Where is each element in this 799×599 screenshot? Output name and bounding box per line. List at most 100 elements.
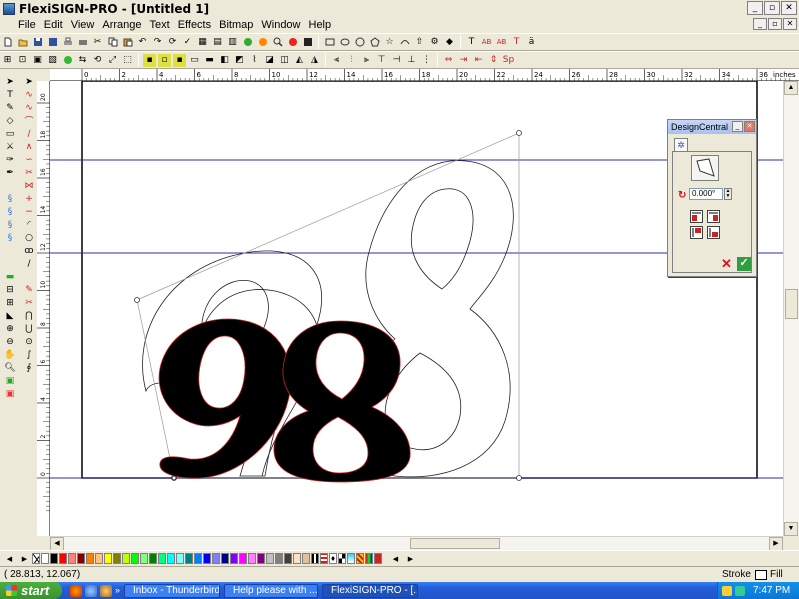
browser-icon[interactable] (85, 584, 97, 597)
cut-icon[interactable]: ✂ (91, 36, 104, 49)
palette-scroll-left[interactable]: ◀ (389, 552, 402, 565)
redo-icon[interactable]: ↷ (151, 36, 164, 49)
color-swatch[interactable] (149, 553, 157, 564)
paste-icon[interactable] (121, 36, 134, 49)
menu-text[interactable]: Text (146, 18, 174, 32)
color-swatch[interactable] (293, 553, 301, 564)
rotate-icon[interactable]: ⟲ (91, 54, 104, 67)
smooth-node-icon[interactable]: ∽ (23, 154, 35, 165)
zoom-in-icon[interactable]: ⊕ (4, 323, 16, 334)
intersect-icon[interactable]: ⋂ (23, 310, 35, 321)
trim-icon[interactable]: ✂ (23, 297, 35, 308)
weld-icon[interactable] (61, 54, 74, 67)
skew-left-icon[interactable] (690, 210, 703, 223)
text-font-icon[interactable]: T (510, 36, 523, 49)
menu-file[interactable]: File (14, 18, 40, 32)
undo-icon[interactable]: ↶ (136, 36, 149, 49)
spectral-icon[interactable] (286, 36, 299, 49)
color-swatch[interactable] (230, 553, 238, 564)
node-select-icon[interactable]: ➤ (23, 76, 35, 87)
kern-loose-icon[interactable]: ⇤ (472, 54, 485, 67)
color-swatch[interactable] (86, 553, 94, 564)
pattern-swatch[interactable] (365, 553, 373, 564)
perspective-icon[interactable]: ◫ (278, 54, 291, 67)
union-icon[interactable]: ⋃ (23, 323, 35, 334)
zoom-tool-icon[interactable]: 🔍︎ (4, 362, 16, 373)
horizontal-scrollbar[interactable]: ◀ ▶ (50, 536, 783, 551)
angle-input[interactable]: 0.000° (689, 188, 723, 200)
scroll-right-arrow[interactable]: ▶ (769, 537, 783, 551)
envelope-handle[interactable] (516, 130, 522, 136)
color-swatch[interactable] (131, 553, 139, 564)
blend-icon[interactable]: ◧ (218, 54, 231, 67)
break-node-icon[interactable]: ✂ (23, 167, 35, 178)
star-tool-icon[interactable]: ☆ (383, 36, 396, 49)
mirror-icon[interactable]: ⇆ (76, 54, 89, 67)
save-icon[interactable] (31, 36, 44, 49)
pattern-swatch[interactable] (338, 553, 346, 564)
menu-edit[interactable]: Edit (40, 18, 67, 32)
quick-launch-more-icon[interactable]: » (115, 585, 120, 597)
gear-tab-icon[interactable]: ✲ (674, 138, 688, 152)
align-icon[interactable]: ⊡ (16, 54, 29, 67)
text-case-icon[interactable]: AB (495, 36, 508, 49)
skew-down-icon[interactable] (707, 226, 720, 239)
eyedropper-icon[interactable]: ✒ (4, 167, 16, 178)
scale-icon[interactable]: ⤢ (106, 54, 119, 67)
shape-edit-icon[interactable]: ✎ (4, 102, 16, 113)
rectangle-tool-icon[interactable] (323, 36, 336, 49)
envelope-handle[interactable] (134, 297, 140, 303)
pen-icon[interactable]: ✑ (4, 154, 16, 165)
color-swatch[interactable] (167, 553, 175, 564)
outline-icon[interactable]: ▭ (188, 54, 201, 67)
select-arrow-icon[interactable]: ➤ (4, 76, 16, 87)
measure-tool-icon[interactable]: ⊞ (4, 297, 16, 308)
menu-window[interactable]: Window (257, 18, 304, 32)
color-swatch[interactable] (59, 553, 67, 564)
pattern-swatch[interactable] (356, 553, 364, 564)
angle-spinner[interactable]: ▲ ▼ (724, 188, 732, 200)
color-swatch[interactable] (50, 553, 58, 564)
palette-left-arrow[interactable]: ◀ (3, 552, 16, 565)
distort-effect-icon[interactable]: ◮ (308, 54, 321, 67)
fill-icon[interactable]: ▬ (203, 54, 216, 67)
design-central-panel[interactable]: DesignCentral _ ✕ ✲ ↻ 0.000° ▲ ▼ ✕ ✓ (667, 119, 757, 277)
filled-text-98[interactable] (158, 318, 411, 483)
color-swatch[interactable] (122, 553, 130, 564)
menu-effects[interactable]: Effects (174, 18, 215, 32)
minimize-button[interactable]: _ (747, 1, 763, 15)
align-middle-icon[interactable]: ⊣ (390, 54, 403, 67)
align-left-icon[interactable]: ⫷ (330, 54, 343, 67)
envelope-tool-icon[interactable]: § (4, 219, 16, 230)
group-icon[interactable]: ▣ (31, 54, 44, 67)
repeat-icon[interactable]: ⟳ (166, 36, 179, 49)
character-icon[interactable]: ä (525, 36, 538, 49)
taskbar-task-browser[interactable]: Help please with ... (224, 583, 319, 598)
scroll-up-arrow[interactable]: ▲ (784, 81, 798, 95)
output-icon[interactable] (76, 36, 89, 49)
open-folder-icon[interactable] (16, 36, 29, 49)
color-swatch[interactable] (275, 553, 283, 564)
menu-bitmap[interactable]: Bitmap (215, 18, 257, 32)
gear-shape-icon[interactable]: ⚙ (428, 36, 441, 49)
color-swatch[interactable] (194, 553, 202, 564)
clock[interactable]: 7:47 PM (753, 585, 790, 596)
grid-icon[interactable]: ▦ (196, 36, 209, 49)
taskbar-task-flexisign[interactable]: FlexiSIGN-PRO - [... (322, 583, 419, 598)
envelope-icon[interactable]: ◩ (233, 54, 246, 67)
stroke-icon[interactable]: ∫ (23, 349, 35, 360)
pattern-swatch[interactable] (347, 553, 355, 564)
polygon-tool-icon[interactable] (368, 36, 381, 49)
line-node-icon[interactable]: ∕ (23, 128, 35, 139)
knife-icon[interactable]: ⚔ (4, 141, 16, 152)
skew-up-icon[interactable] (690, 226, 703, 239)
snap-icon[interactable]: ⊞ (1, 54, 14, 67)
text-icon[interactable]: T (4, 89, 16, 100)
extrude-tool-icon[interactable]: § (4, 232, 16, 243)
color-swatch[interactable] (266, 553, 274, 564)
new-file-icon[interactable] (1, 36, 14, 49)
arc-tool-icon[interactable] (398, 36, 411, 49)
bevel-icon[interactable]: ◪ (263, 54, 276, 67)
table-icon[interactable]: ▥ (226, 36, 239, 49)
distort-icon[interactable]: ⬚ (121, 54, 134, 67)
